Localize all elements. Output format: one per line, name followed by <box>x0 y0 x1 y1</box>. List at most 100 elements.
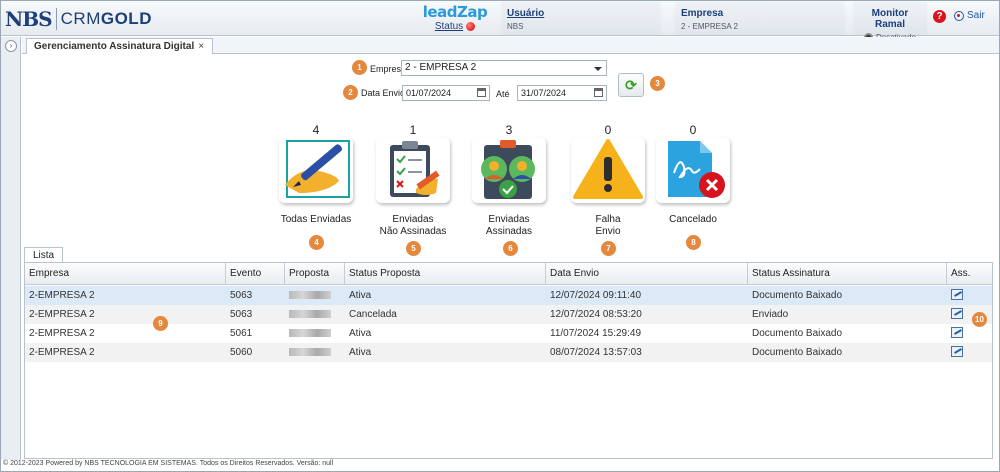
data-envio-to-field[interactable]: 31/07/2024 <box>517 85 607 101</box>
stat-enviadas-assinadas[interactable]: 3 Enviadas Assinadas <box>464 123 554 238</box>
stat-label-2: Assinadas <box>485 226 533 237</box>
data-to-value: 31/07/2024 <box>521 88 567 98</box>
stat-label: Enviadas <box>488 214 530 225</box>
cell-status-assinatura: Documento Baixado <box>752 328 843 339</box>
cell-status-proposta: Ativa <box>349 347 372 358</box>
pen-signing-icon[interactable] <box>279 137 353 203</box>
expand-sidebar-icon[interactable]: › <box>5 40 17 52</box>
stat-count: 1 <box>409 123 417 137</box>
footer-copyright: © 2012-2023 Powered by NBS TECNOLOGIA EM… <box>3 460 334 467</box>
column-evento[interactable]: Evento <box>226 263 285 285</box>
calendar-icon[interactable] <box>477 88 486 97</box>
table-row[interactable]: 2-EMPRESA 2 5060 Ativa 08/07/2024 13:57:… <box>25 343 992 362</box>
cell-proposta-redacted <box>285 286 335 305</box>
stat-count: 4 <box>312 123 320 137</box>
logo-divider <box>55 8 57 30</box>
user-info[interactable]: Usuário NBS <box>501 2 661 35</box>
top-header: NBS CRM GOLD leadZap Status Usuário NBS … <box>1 1 999 42</box>
company-label: Empresa <box>681 8 724 19</box>
tab-assinatura-digital[interactable]: Gerenciamento Assinatura Digital × <box>26 38 214 54</box>
cell-proposta-redacted <box>285 305 335 324</box>
cell-evento: 5061 <box>230 328 253 339</box>
stat-cancelado[interactable]: 0 Cancelado <box>648 123 738 226</box>
stat-falha-envio[interactable]: 0 Falha Envio <box>563 123 653 238</box>
refresh-button[interactable]: ⟳ <box>618 73 644 97</box>
logo-crm: CRM <box>60 9 101 28</box>
data-from-value: 01/07/2024 <box>406 88 452 98</box>
ate-label: Até <box>496 89 510 99</box>
cell-status-proposta: Cancelada <box>349 309 397 320</box>
column-empresa[interactable]: Empresa <box>25 263 226 285</box>
stat-label: Enviadas <box>392 214 434 225</box>
stat-count: 0 <box>604 123 612 137</box>
leadzap-widget[interactable]: leadZap Status <box>417 4 493 34</box>
cell-data-envio: 11/07/2024 15:29:49 <box>550 328 642 339</box>
stat-label-2: Não Assinadas <box>379 226 447 237</box>
table-row[interactable]: 2-EMPRESA 2 5061 Ativa 11/07/2024 15:29:… <box>25 324 992 343</box>
step-badge-2: 2 <box>343 85 358 100</box>
help-icon[interactable]: ? <box>933 10 946 23</box>
status-offline-icon <box>466 22 476 31</box>
stat-label: Cancelado <box>669 214 717 225</box>
refresh-icon: ⟳ <box>625 77 637 93</box>
document-cancel-icon[interactable] <box>656 137 730 203</box>
stat-count: 0 <box>689 123 697 137</box>
data-envio-from-field[interactable]: 01/07/2024 <box>402 85 490 101</box>
stat-label-2: Envio <box>595 226 621 237</box>
column-data-envio[interactable]: Data Envio <box>546 263 748 285</box>
company-info: Empresa 2 - EMPRESA 2 <box>675 2 845 35</box>
stat-todas-enviadas[interactable]: 4 Todas Enviadas <box>271 123 361 226</box>
step-badge-4: 4 <box>309 235 324 250</box>
sign-document-icon[interactable] <box>951 308 963 319</box>
column-proposta[interactable]: Proposta <box>285 263 345 285</box>
cell-status-proposta: Ativa <box>349 290 372 301</box>
cell-status-proposta: Ativa <box>349 328 372 339</box>
nbs-crm-gold-logo: NBS CRM GOLD <box>5 7 152 31</box>
cell-status-assinatura: Documento Baixado <box>752 290 843 301</box>
column-status-assinatura[interactable]: Status Assinatura <box>748 263 947 285</box>
cell-empresa: 2-EMPRESA 2 <box>29 309 95 320</box>
table-row[interactable]: 2-EMPRESA 2 5063 Ativa 12/07/2024 09:11:… <box>25 286 992 305</box>
user-label[interactable]: Usuário <box>507 8 655 19</box>
sign-document-icon[interactable] <box>951 289 963 300</box>
monitor-ramal[interactable]: Monitor Ramal Desativado <box>853 2 927 42</box>
stat-count: 3 <box>505 123 513 137</box>
cell-proposta-redacted <box>285 343 335 362</box>
company-value: 2 - EMPRESA 2 <box>681 22 738 31</box>
stat-enviadas-nao-assinadas[interactable]: 1 Enviadas Não Assinadas <box>368 123 458 238</box>
table-row[interactable]: 2-EMPRESA 2 5063 Cancelada 12/07/2024 08… <box>25 305 992 324</box>
logout-label: Sair <box>967 10 985 21</box>
close-tab-icon[interactable]: × <box>198 41 204 52</box>
step-badge-1: 1 <box>352 60 367 75</box>
leadzap-status-link[interactable]: Status <box>434 21 476 32</box>
step-badge-7: 7 <box>601 241 616 256</box>
sign-document-icon[interactable] <box>951 346 963 357</box>
sign-document-icon[interactable] <box>951 327 963 338</box>
users-approved-icon[interactable] <box>472 137 546 203</box>
step-badge-3: 3 <box>650 76 665 91</box>
results-grid: Empresa Evento Proposta Status Proposta … <box>24 262 993 459</box>
column-ass[interactable]: Ass. <box>947 263 992 285</box>
stat-label: Falha <box>595 214 621 225</box>
step-badge-5: 5 <box>406 241 421 256</box>
leadzap-status-label: Status <box>434 21 464 32</box>
step-badge-10: 10 <box>972 312 987 327</box>
power-icon <box>954 10 964 21</box>
stat-label: Todas Enviadas <box>280 214 352 225</box>
step-badge-6: 6 <box>503 241 518 256</box>
cell-data-envio: 12/07/2024 09:11:40 <box>550 290 642 301</box>
leadzap-logo: leadZap <box>422 3 488 21</box>
cell-data-envio: 12/07/2024 08:53:20 <box>550 309 642 320</box>
empresa-select[interactable]: 2 - EMPRESA 2 <box>401 60 607 76</box>
step-badge-8: 8 <box>686 235 701 250</box>
logout-button[interactable]: Sair <box>954 10 985 21</box>
calendar-icon[interactable] <box>594 88 603 97</box>
cell-evento: 5063 <box>230 309 253 320</box>
tab-lista[interactable]: Lista <box>24 247 64 262</box>
cell-evento: 5063 <box>230 290 253 301</box>
column-status-proposta[interactable]: Status Proposta <box>345 263 546 285</box>
grid-header: Empresa Evento Proposta Status Proposta … <box>25 263 992 285</box>
clipboard-checklist-icon[interactable] <box>376 137 450 203</box>
warning-icon[interactable] <box>571 137 645 203</box>
logo-nbs: NBS <box>5 7 53 31</box>
